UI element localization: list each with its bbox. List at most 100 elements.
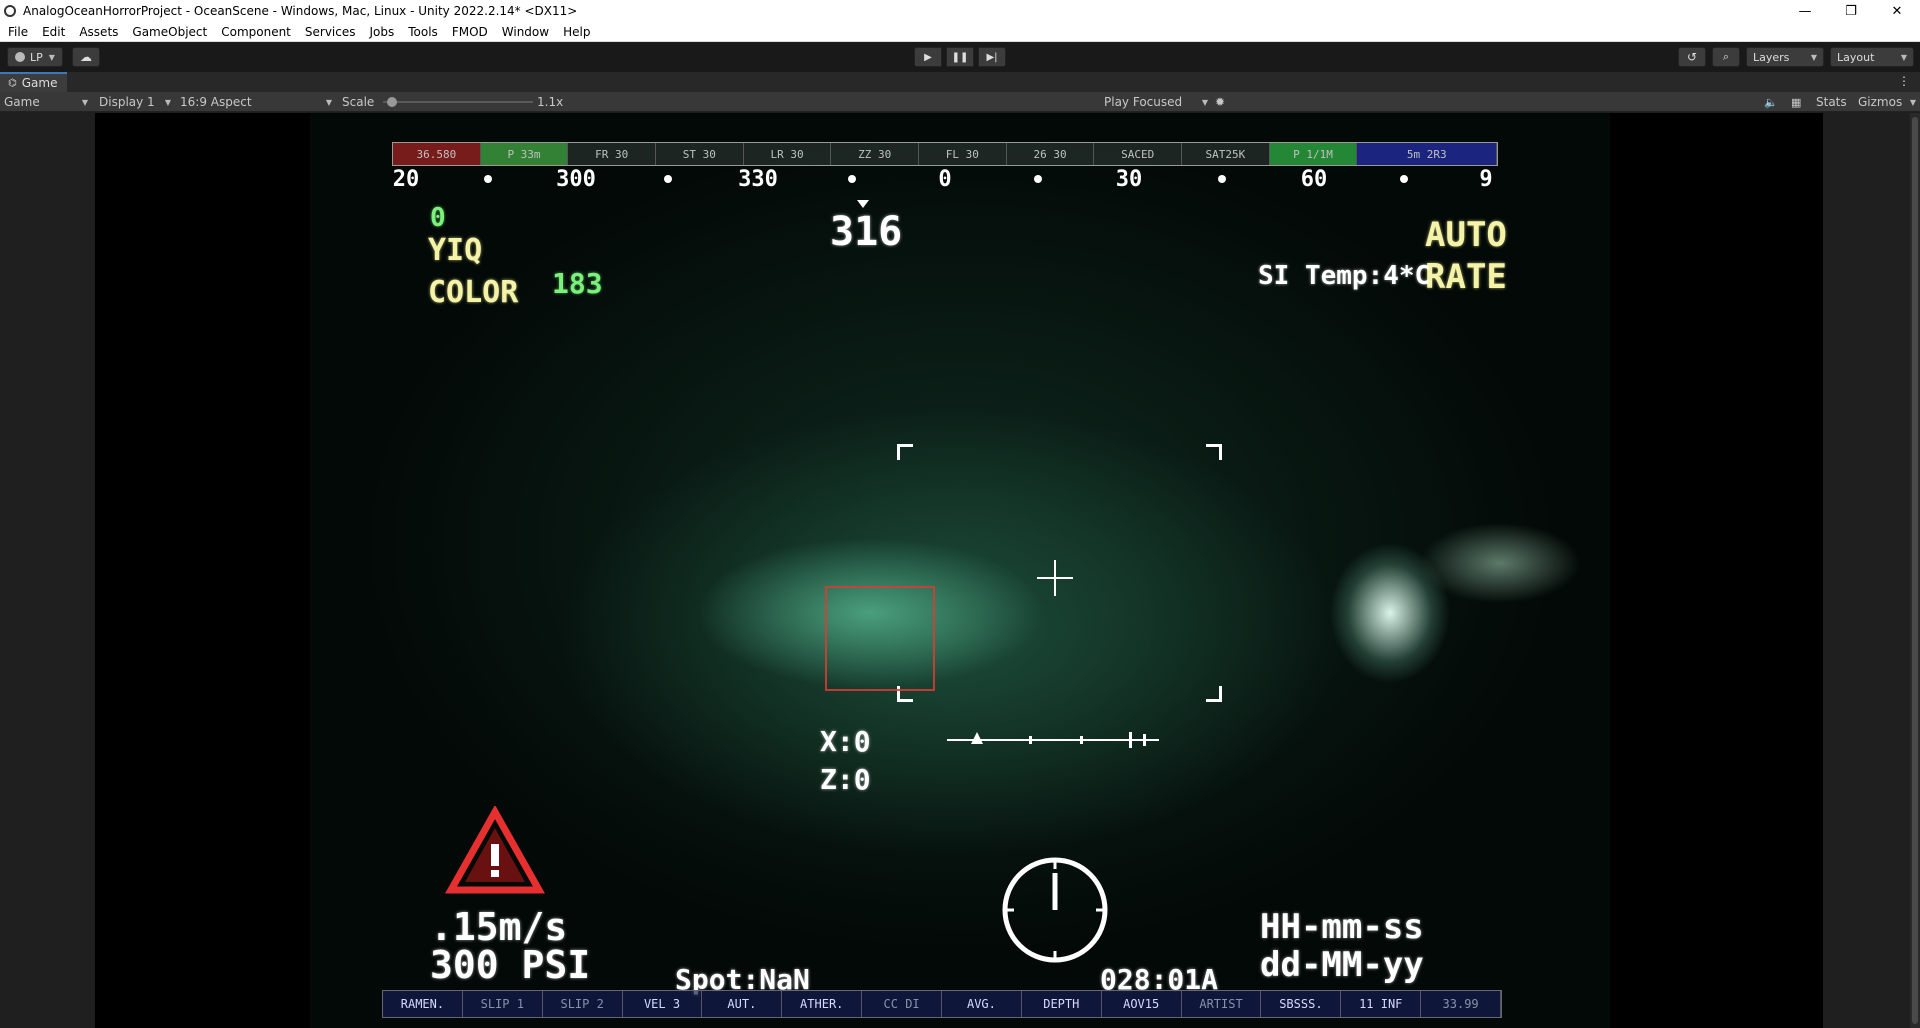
layers-label: Layers	[1753, 50, 1790, 64]
chevron-down-icon: ▼	[1900, 52, 1907, 62]
aspect-dropdown[interactable]: 16:9 Aspect ▼	[180, 94, 332, 110]
mode-dropdown[interactable]: Game ▼	[4, 94, 88, 110]
compass-tick-label: 300	[556, 167, 596, 192]
menu-assets[interactable]: Assets	[79, 25, 118, 39]
menu-window[interactable]: Window	[502, 25, 549, 39]
aspect-label: 16:9 Aspect	[180, 95, 252, 109]
clock-gauge-icon	[1002, 857, 1108, 963]
menu-tools[interactable]: Tools	[408, 25, 438, 39]
account-label: LP	[30, 50, 43, 64]
search-button[interactable]: ⌕	[1712, 47, 1740, 67]
gizmos-label: Gizmos	[1858, 95, 1903, 109]
compass-dot	[1034, 175, 1042, 183]
chevron-down-icon: ▼	[81, 97, 88, 107]
hud-bottom-segment: VEL 3	[623, 991, 703, 1017]
game-viewport[interactable]: 36.580 P 33m FR 30 ST 30 LR 30 ZZ 30 FL …	[0, 113, 1920, 1028]
stats-button[interactable]: Stats	[1816, 94, 1847, 110]
stats-grid-icon[interactable]: ▦	[1791, 94, 1801, 110]
play-button[interactable]: ▶	[914, 47, 942, 67]
hud-top-segment: 26 30	[1006, 143, 1095, 165]
cloud-icon: ☁	[80, 50, 92, 64]
rate-label: RATE	[1425, 257, 1507, 297]
display-dropdown[interactable]: Display 1 ▼	[99, 94, 171, 110]
tab-game[interactable]: ⌬ Game	[0, 72, 68, 92]
menu-help[interactable]: Help	[563, 25, 590, 39]
game-view-icon: ⌬	[8, 77, 17, 89]
auto-label: AUTO	[1425, 215, 1507, 255]
menu-services[interactable]: Services	[305, 25, 356, 39]
title-bar: AnalogOceanHorrorProject - OceanScene - …	[0, 0, 1920, 22]
play-mode-dropdown[interactable]: Play Focused ▼	[1104, 94, 1208, 110]
layers-dropdown[interactable]: Layers ▼	[1746, 47, 1824, 67]
compass-tick-label: 330	[738, 167, 778, 192]
hud-top-segment: 5m 2R3	[1357, 143, 1498, 165]
history-icon: ↺	[1686, 50, 1698, 64]
hud-bottom-segment: SLIP 2	[543, 991, 623, 1017]
menu-component[interactable]: Component	[221, 25, 291, 39]
video-standard-label: YIQ	[428, 233, 483, 268]
color-label: COLOR	[428, 275, 519, 310]
reticle-corner	[1206, 444, 1222, 460]
bug-icon[interactable]: ✹	[1215, 94, 1225, 110]
chevron-down-icon: ▼	[1201, 97, 1208, 107]
compass-tick-label: 20	[392, 167, 420, 192]
hud-bottom-segment: ARTIST	[1182, 991, 1262, 1017]
compass-tick-label: 60	[1300, 167, 1328, 192]
compass-strip: 20 300 330 0 30 60 9	[392, 167, 1498, 192]
compass-tick-label: 9	[1479, 167, 1493, 192]
window-title: AnalogOceanHorrorProject - OceanScene - …	[23, 4, 578, 18]
history-button[interactable]: ↺	[1678, 47, 1706, 67]
mode-label: Game	[4, 95, 40, 109]
main-toolbar: LP ▼ ☁ ▶ ❚❚ ▶| ↺ ⌕ Layers ▼ Layout ▼	[0, 42, 1920, 72]
menu-bar: File Edit Assets GameObject Component Se…	[0, 22, 1920, 42]
menu-edit[interactable]: Edit	[42, 25, 65, 39]
close-button[interactable]: ✕	[1874, 0, 1920, 22]
window-controls: — ❐ ✕	[1782, 0, 1920, 22]
cloud-button[interactable]: ☁	[72, 47, 100, 67]
minimize-button[interactable]: —	[1782, 0, 1828, 22]
pause-icon: ❚❚	[951, 51, 969, 63]
pause-button[interactable]: ❚❚	[946, 47, 974, 67]
menu-jobs[interactable]: Jobs	[370, 25, 395, 39]
hud-bottom-segment: SBSSS.	[1261, 991, 1342, 1017]
game-render-area[interactable]: 36.580 P 33m FR 30 ST 30 LR 30 ZZ 30 FL …	[95, 113, 1823, 1028]
layout-dropdown[interactable]: Layout ▼	[1830, 47, 1914, 67]
hud-top-segment: SAT25K	[1182, 143, 1270, 165]
account-icon	[15, 52, 26, 62]
target-lock-box	[825, 586, 935, 691]
scale-slider-handle[interactable]	[387, 97, 397, 107]
tab-menu-icon[interactable]: ⋮	[1898, 74, 1910, 88]
restore-button[interactable]: ❐	[1828, 0, 1874, 22]
gizmos-dropdown[interactable]: Gizmos ▼	[1858, 94, 1916, 110]
scale-label: Scale	[342, 95, 375, 109]
scale-slider-track	[383, 101, 533, 103]
hud-top-segment: FR 30	[568, 143, 657, 165]
underwater-camera-feed: 36.580 P 33m FR 30 ST 30 LR 30 ZZ 30 FL …	[310, 113, 1610, 1028]
display-label: Display 1	[99, 95, 155, 109]
menu-fmod[interactable]: FMOD	[452, 25, 488, 39]
scale-value: 1.1x	[537, 95, 564, 109]
hud-bottom-segment: AUT.	[702, 991, 783, 1017]
viewport-scrollbar-thumb[interactable]	[1912, 117, 1918, 1024]
viewport-scrollbar[interactable]	[1910, 113, 1920, 1028]
step-button[interactable]: ▶|	[978, 47, 1006, 67]
hud-top-segment: 36.580	[393, 143, 481, 165]
heading-value: 316	[830, 209, 903, 255]
hud-bottom-segment: 11 INF	[1341, 991, 1422, 1017]
scale-slider[interactable]	[383, 94, 533, 110]
play-icon: ▶	[924, 51, 932, 63]
compass-dot	[664, 175, 672, 183]
hud-top-segment: FL 30	[919, 143, 1007, 165]
z-coordinate: Z:0	[820, 763, 871, 796]
x-coordinate: X:0	[820, 725, 871, 758]
account-dropdown[interactable]: LP ▼	[7, 47, 63, 67]
hud-bottom-segment: DEPTH	[1022, 991, 1102, 1017]
menu-gameobject[interactable]: GameObject	[132, 25, 207, 39]
compass-tick-label: 30	[1115, 167, 1143, 192]
menu-file[interactable]: File	[8, 25, 28, 39]
time-readout: HH-mm-ss	[1260, 907, 1424, 947]
hud-bottom-status-bar: RAMEN. SLIP 1 SLIP 2 VEL 3 AUT. ATHER. C…	[382, 990, 1502, 1018]
reticle-corner	[1206, 686, 1222, 702]
mute-audio-icon[interactable]: 🔈	[1764, 94, 1778, 110]
chevron-down-icon: ▼	[164, 97, 171, 107]
